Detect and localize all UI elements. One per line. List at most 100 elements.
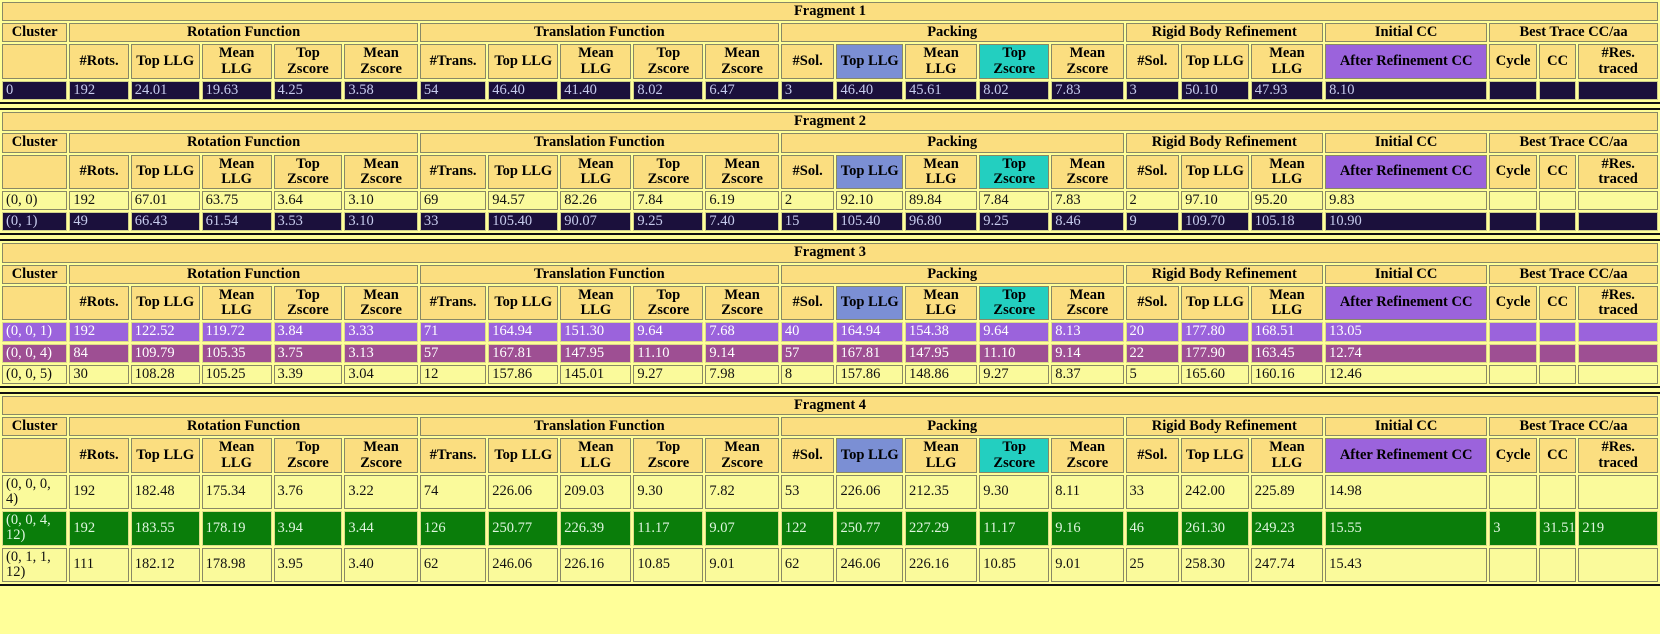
cell-rb_topllg: 177.80: [1181, 322, 1249, 342]
cell-tf_meanllg: 145.01: [560, 364, 632, 384]
table-row[interactable]: 0 192 24.01 19.63 4.25 3.58 54 46.40 41.40 8.02 6.…: [2, 80, 1658, 101]
table-row[interactable]: (0, 0, 1) 192 122.52 119.72 3.84 3.33 71 164.94…: [2, 322, 1658, 342]
column-header-pk_nsol: #Sol.: [780, 154, 835, 189]
cell-rb_topllg: 165.60: [1181, 364, 1249, 384]
cell-tf_ntrans: 71: [419, 322, 487, 342]
cell-pk_topz: 8.02: [979, 80, 1050, 101]
table-row[interactable]: (0, 0, 4, 12) 192 183.55 178.19 3.94 3.44 126 2…: [2, 511, 1658, 546]
cell-rf_topz: 3.95: [273, 547, 343, 583]
cell-pk_meanllg: 45.61: [904, 80, 978, 101]
group-header-1: Rotation Function: [69, 264, 418, 284]
cell-tf_topllg: 164.94: [488, 322, 559, 342]
group-header-4: Rigid Body Refinement: [1125, 264, 1324, 284]
sub-header-row: #Rots. Top LLG Mean LLG Top Zscore Mean Zsco…: [2, 154, 1658, 189]
cell-rf_meanz: 3.58: [344, 80, 418, 101]
cell-rf_nrots: 192: [69, 322, 129, 342]
cell-rb_meanllg: 95.20: [1250, 190, 1324, 211]
cell-bt_cycle: [1489, 343, 1537, 363]
group-header-5: Initial CC: [1325, 264, 1488, 284]
cell-tf_ntrans: 33: [419, 212, 487, 232]
column-header-pk_topllg: Top LLG: [836, 154, 903, 189]
cell-bt_res: [1578, 212, 1658, 232]
cell-pk_meanllg: 96.80: [904, 212, 978, 232]
cell-tf_ntrans: 69: [419, 190, 487, 211]
column-header-rb_nsol: #Sol.: [1125, 154, 1180, 189]
column-header-tf_topz: Top Zscore: [633, 285, 704, 321]
cell-rb_meanllg: 105.18: [1250, 212, 1324, 232]
cell-cluster: (0, 0, 4, 12): [2, 511, 68, 546]
cell-rb_topllg: 97.10: [1181, 190, 1249, 211]
group-header-1: Rotation Function: [69, 23, 418, 43]
cell-rf_topz: 3.76: [273, 474, 343, 510]
cell-tf_topllg: 46.40: [488, 80, 559, 101]
cell-tf_meanllg: 151.30: [560, 322, 632, 342]
table-row[interactable]: (0, 0, 5) 30 108.28 105.25 3.39 3.04 12 157.86 1…: [2, 364, 1658, 384]
cell-rb_nsol: 22: [1125, 343, 1180, 363]
cell-cluster: (0, 0, 4): [2, 343, 68, 363]
column-header-rb_meanllg: Mean LLG: [1250, 44, 1324, 79]
table-row[interactable]: (0, 1, 1, 12) 111 182.12 178.98 3.95 3.40 62 24…: [2, 547, 1658, 583]
table-row[interactable]: (0, 1) 49 66.43 61.54 3.53 3.10 33 105.40 90.07 9…: [2, 212, 1658, 232]
column-header-init_cc: After Refinement CC: [1325, 285, 1488, 321]
column-header-tf_topz: Top Zscore: [633, 438, 704, 473]
cell-bt_cc: 31.51: [1539, 511, 1577, 546]
column-header-tf_ntrans: #Trans.: [419, 154, 487, 189]
column-header-bt_cc: CC: [1539, 154, 1577, 189]
column-header-bt_cycle: Cycle: [1489, 438, 1537, 473]
column-header-bt_cc: CC: [1539, 285, 1577, 321]
cell-pk_meanz: 9.16: [1051, 511, 1124, 546]
column-header-cluster: [2, 44, 68, 79]
table-row[interactable]: (0, 0, 4) 84 109.79 105.35 3.75 3.13 57 167.81 1…: [2, 343, 1658, 363]
cell-rf_nrots: 49: [69, 212, 129, 232]
group-header-1: Rotation Function: [69, 417, 418, 437]
cell-rf_meanllg: 178.98: [201, 547, 272, 583]
cell-bt_cc: [1539, 364, 1577, 384]
cell-tf_topllg: 250.77: [488, 511, 559, 546]
cell-rb_topllg: 177.90: [1181, 343, 1249, 363]
column-header-rb_meanllg: Mean LLG: [1250, 154, 1324, 189]
table-row[interactable]: (0, 0, 0, 4) 192 182.48 175.34 3.76 3.22 74 226…: [2, 474, 1658, 510]
cell-bt_res: [1578, 80, 1658, 101]
cell-rf_meanllg: 119.72: [201, 322, 272, 342]
cell-pk_topz: 9.27: [979, 364, 1050, 384]
column-header-pk_topz: Top Zscore: [979, 285, 1050, 321]
cell-pk_meanz: 8.37: [1051, 364, 1124, 384]
cell-bt_cycle: [1489, 364, 1537, 384]
column-header-tf_topz: Top Zscore: [633, 44, 704, 79]
cell-tf_topllg: 94.57: [488, 190, 559, 211]
cell-cluster: (0, 0): [2, 190, 68, 211]
cell-pk_nsol: 53: [780, 474, 835, 510]
table-row[interactable]: (0, 0) 192 67.01 63.75 3.64 3.10 69 94.57 82.26 7…: [2, 190, 1658, 211]
column-header-tf_ntrans: #Trans.: [419, 285, 487, 321]
cell-rf_meanllg: 175.34: [201, 474, 272, 510]
fragment-table-3: Fragment 3 Cluster Rotation Function Transl…: [0, 239, 1660, 388]
cell-tf_meanz: 6.19: [705, 190, 779, 211]
cell-tf_topz: 9.64: [633, 322, 704, 342]
column-header-rf_nrots: #Rots.: [69, 438, 129, 473]
group-header-6: Best Trace CC/aa: [1489, 133, 1658, 153]
column-header-init_cc: After Refinement CC: [1325, 44, 1488, 79]
cell-rf_topllg: 108.28: [130, 364, 200, 384]
group-header-4: Rigid Body Refinement: [1125, 417, 1324, 437]
column-header-rf_meanz: Mean Zscore: [344, 285, 418, 321]
cell-tf_topllg: 157.86: [488, 364, 559, 384]
cell-pk_meanz: 8.46: [1051, 212, 1124, 232]
cell-cluster: 0: [2, 80, 68, 101]
cell-rf_topz: 4.25: [273, 80, 343, 101]
column-header-bt_res: #Res. traced: [1578, 285, 1658, 321]
cell-rb_nsol: 33: [1125, 474, 1180, 510]
column-header-tf_topllg: Top LLG: [488, 44, 559, 79]
column-header-rf_topz: Top Zscore: [273, 438, 343, 473]
column-header-tf_topllg: Top LLG: [488, 154, 559, 189]
group-header-6: Best Trace CC/aa: [1489, 417, 1658, 437]
cell-rb_nsol: 3: [1125, 80, 1180, 101]
cell-pk_topllg: 246.06: [836, 547, 903, 583]
group-header-6: Best Trace CC/aa: [1489, 264, 1658, 284]
cell-pk_nsol: 57: [780, 343, 835, 363]
cell-rf_nrots: 192: [69, 80, 129, 101]
cell-pk_topllg: 157.86: [836, 364, 903, 384]
cell-bt_cc: [1539, 212, 1577, 232]
column-header-init_cc: After Refinement CC: [1325, 438, 1488, 473]
cell-tf_ntrans: 74: [419, 474, 487, 510]
cell-tf_meanllg: 90.07: [560, 212, 632, 232]
